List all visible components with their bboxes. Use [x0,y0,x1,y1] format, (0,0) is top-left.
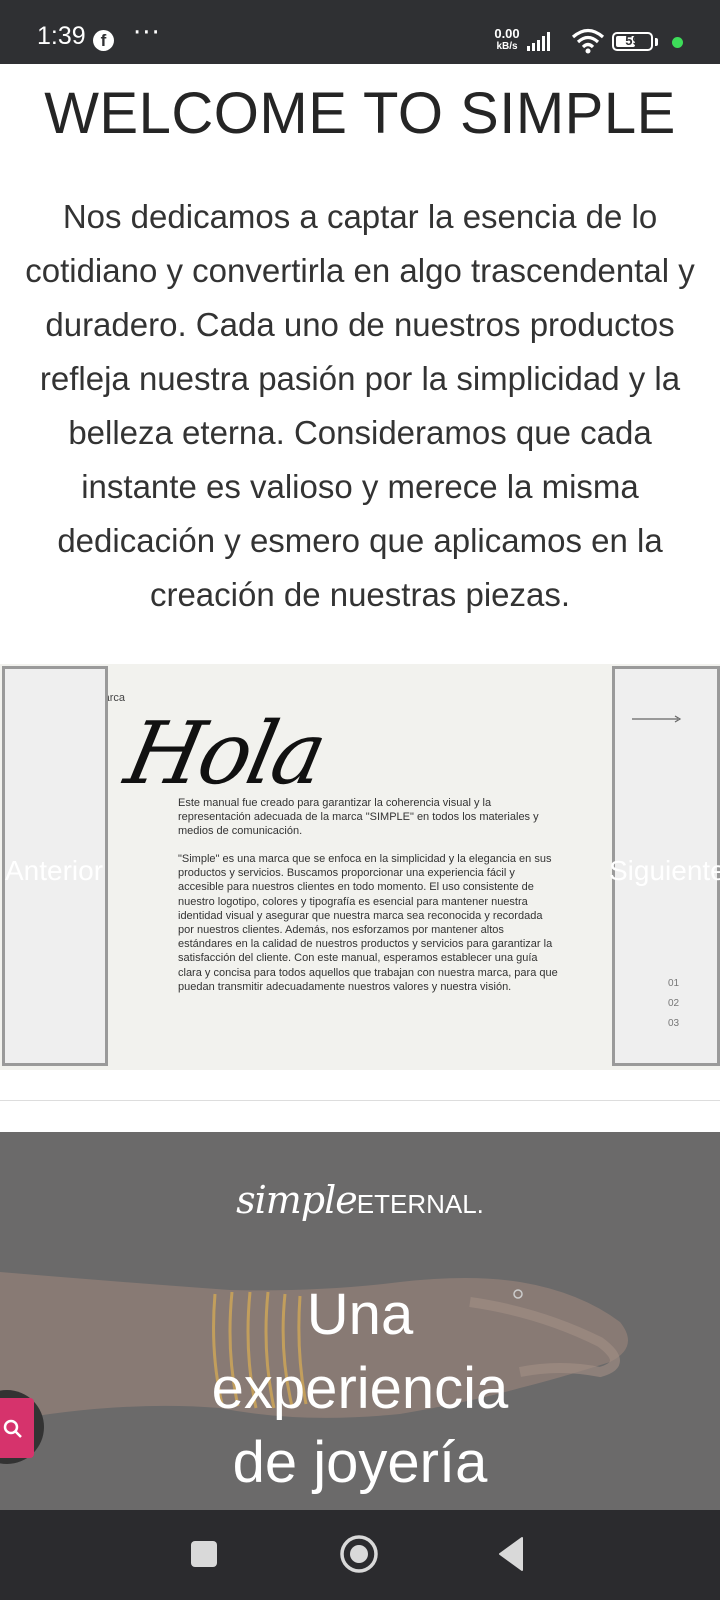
previous-label: Anterior [5,855,104,886]
slide-greeting: Hola [117,704,333,804]
intro-paragraph: Nos dedicamos a captar la esencia de lo … [25,198,695,613]
hero-title-line: Una [306,1282,414,1347]
next-label: Siguiente [609,855,720,886]
network-speed-value: 0.00 [494,26,520,41]
battery-tip [655,38,658,46]
next-slide-button[interactable]: Siguiente [609,666,720,1066]
arrow-right-icon [632,715,682,723]
slide-page-number: 03 [668,1018,680,1029]
back-button[interactable] [468,1510,558,1600]
hero-title-line: experiencia [211,1356,509,1421]
privacy-indicator-dot [672,37,683,48]
brand-logo-eternal: ETERNAL. [356,1189,484,1219]
previous-slide-button[interactable]: Anterior [2,666,108,1066]
hero-title: Una experiencia de joyería [0,1278,720,1500]
system-navigation-bar [0,1510,720,1600]
battery-icon: 59 [612,32,653,51]
section-divider [0,1100,720,1101]
search-icon [3,1419,22,1438]
slide-paragraph-2: "Simple" es una marca que se enfoca en l… [178,853,558,993]
slide-paragraph-1: Este manual fue creado para garantizar l… [178,797,539,838]
hero-title-line: de joyería [232,1430,488,1495]
welcome-title: WELCOME TO SIMPLE [44,81,676,146]
circle-icon [340,1535,378,1573]
square-icon [191,1541,217,1567]
signal-icon [527,32,550,51]
home-button[interactable] [314,1510,404,1600]
brand-logo: simpleETERNAL. [0,1178,720,1222]
brand-manual-slider: Manual de marca Hola Este manual fue cre… [0,664,720,1070]
network-speed: 0.00 kB/s [490,27,524,53]
facebook-icon: f [93,30,114,51]
slide-page-number: 02 [668,998,680,1009]
status-time: 1:39 [37,22,86,50]
wifi-icon [571,28,605,54]
recent-apps-button[interactable] [160,1510,250,1600]
brand-logo-simple: simple [236,1178,358,1222]
network-speed-unit: kB/s [496,41,518,52]
battery-level: 59 [625,33,640,48]
slide-page-number: 01 [668,978,680,989]
hero-banner: simpleETERNAL. Una experiencia de joyerí… [0,1132,720,1510]
triangle-back-icon [499,1537,523,1571]
status-bar: 1:39 f ··· 0.00 kB/s 59 [0,0,720,64]
more-notifications-icon: ··· [133,18,161,48]
